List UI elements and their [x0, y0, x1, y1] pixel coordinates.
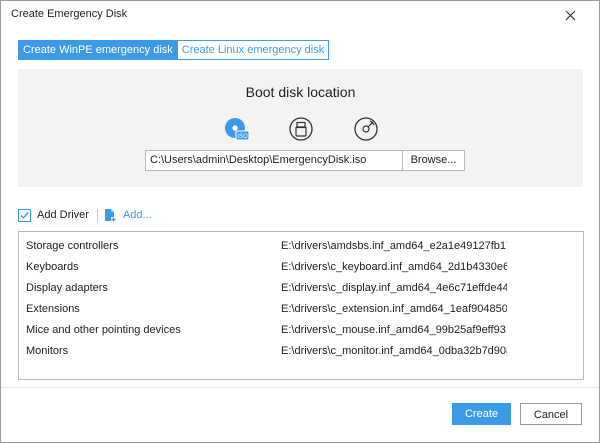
driver-path: E:\drivers\amdsbs.inf_amd64_e2a1e49127fb… — [281, 240, 507, 252]
title-bar: Create Emergency Disk — [1, 1, 599, 29]
driver-name: Display adapters — [26, 282, 108, 294]
table-row[interactable]: Mice and other pointing devices E:\drive… — [19, 318, 583, 339]
table-row[interactable]: Storage controllers E:\drivers\amdsbs.in… — [19, 234, 583, 255]
driver-list: Storage controllers E:\drivers\amdsbs.in… — [18, 231, 584, 380]
table-row[interactable]: Monitors E:\drivers\c_monitor.inf_amd64_… — [19, 339, 583, 360]
table-row[interactable]: Extensions E:\drivers\c_extension.inf_am… — [19, 297, 583, 318]
iso-disc-icon[interactable]: ISO — [223, 116, 251, 144]
driver-path: E:\drivers\c_keyboard.inf_amd64_2d1b4330… — [281, 261, 507, 273]
driver-name: Extensions — [26, 303, 80, 315]
browse-button[interactable]: Browse... — [402, 150, 465, 171]
footer-divider — [1, 387, 599, 388]
boot-disk-panel: Boot disk location ISO C:\Users\admin\De… — [18, 69, 583, 187]
add-file-icon[interactable] — [104, 208, 116, 222]
tab-winpe[interactable]: Create WinPE emergency disk — [18, 40, 178, 60]
add-driver-checkbox[interactable] — [18, 208, 31, 222]
iso-badge-text: ISO — [237, 134, 248, 140]
dialog-title: Create Emergency Disk — [11, 8, 128, 20]
checkmark-icon — [20, 211, 29, 219]
driver-name: Mice and other pointing devices — [26, 324, 181, 336]
driver-path: E:\drivers\c_display.inf_amd64_4e6c71eff… — [281, 282, 507, 294]
add-driver-link[interactable]: Add... — [123, 209, 152, 221]
cd-dvd-icon[interactable] — [353, 116, 381, 144]
table-row[interactable]: Keyboards E:\drivers\c_keyboard.inf_amd6… — [19, 255, 583, 276]
close-icon[interactable] — [557, 4, 583, 26]
boot-path-field[interactable]: C:\Users\admin\Desktop\EmergencyDisk.iso — [145, 150, 403, 171]
driver-name: Monitors — [26, 345, 69, 357]
disk-type-tabs: Create WinPE emergency disk Create Linux… — [18, 40, 330, 60]
add-driver-label: Add Driver — [37, 209, 89, 221]
create-button[interactable]: Create — [452, 403, 511, 425]
boot-disk-heading: Boot disk location — [245, 84, 356, 100]
driver-path: E:\drivers\c_extension.inf_amd64_1eaf904… — [281, 303, 507, 315]
driver-path: E:\drivers\c_monitor.inf_amd64_0dba32b7d… — [281, 345, 507, 357]
driver-toolbar: Add Driver Add... — [18, 207, 152, 223]
tab-linux[interactable]: Create Linux emergency disk — [177, 40, 330, 60]
driver-path: E:\drivers\c_mouse.inf_amd64_99b25af9eff… — [281, 324, 507, 336]
usb-drive-icon[interactable] — [288, 116, 316, 144]
toolbar-divider — [96, 208, 98, 222]
driver-name: Storage controllers — [26, 240, 119, 252]
table-row[interactable]: Display adapters E:\drivers\c_display.in… — [19, 276, 583, 297]
cancel-button[interactable]: Cancel — [520, 403, 582, 425]
driver-name: Keyboards — [26, 261, 79, 273]
create-emergency-disk-dialog: Create Emergency Disk Create WinPE emerg… — [0, 0, 600, 443]
